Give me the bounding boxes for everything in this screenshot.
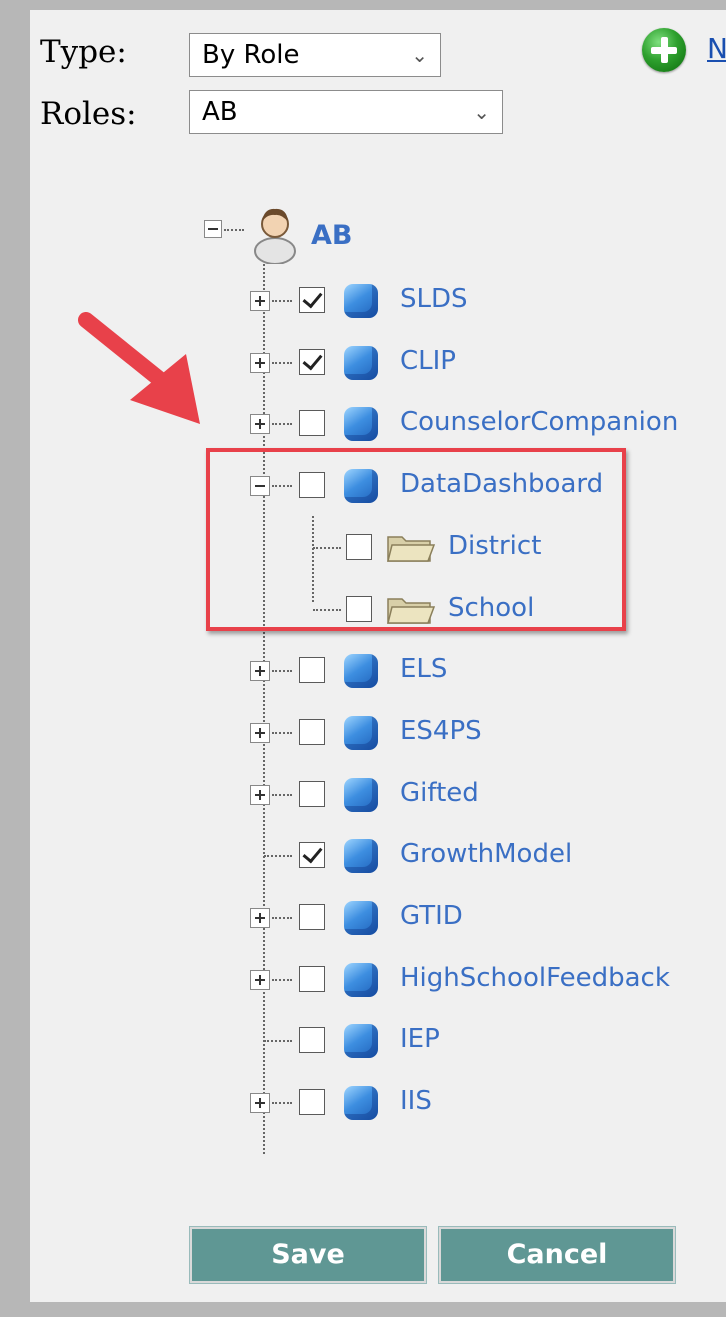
- tree-node: HighSchoolFeedback: [0, 955, 726, 1005]
- module-cube-icon: [344, 284, 378, 318]
- tree-connector: [272, 917, 292, 919]
- tree-connector: [272, 300, 292, 302]
- module-cube-icon: [344, 1086, 378, 1120]
- expand-button[interactable]: [250, 908, 270, 928]
- tree-node-label[interactable]: CLIP: [400, 346, 456, 376]
- expander-bar: [259, 358, 261, 368]
- chevron-down-icon: ⌄: [411, 43, 428, 67]
- module-cube-icon: [344, 839, 378, 873]
- tree-node: GTID: [0, 893, 726, 943]
- add-link[interactable]: N: [707, 32, 726, 65]
- tree-node-label[interactable]: Gifted: [400, 778, 479, 808]
- node-checkbox[interactable]: [299, 1089, 325, 1115]
- checkmark-icon: [302, 349, 323, 371]
- expand-button[interactable]: [250, 785, 270, 805]
- tree-node: IIS: [0, 1078, 726, 1128]
- tree-connector: [264, 855, 292, 857]
- expand-button[interactable]: [250, 291, 270, 311]
- expander-bar: [259, 666, 261, 676]
- tree-node: Gifted: [0, 770, 726, 820]
- node-checkbox[interactable]: [299, 657, 325, 683]
- tree-node-label[interactable]: CounselorCompanion: [400, 407, 678, 437]
- expand-button[interactable]: [250, 353, 270, 373]
- roles-select[interactable]: AB ⌄: [189, 90, 503, 134]
- node-checkbox[interactable]: [299, 842, 325, 868]
- cancel-button[interactable]: Cancel: [439, 1227, 675, 1283]
- node-checkbox[interactable]: [299, 287, 325, 313]
- node-checkbox[interactable]: [299, 904, 325, 930]
- tree-node-label[interactable]: GrowthModel: [400, 839, 572, 869]
- add-icon[interactable]: [642, 28, 686, 72]
- node-checkbox[interactable]: [299, 781, 325, 807]
- module-cube-icon: [344, 654, 378, 688]
- user-role-icon: [254, 208, 296, 264]
- module-cube-icon: [344, 1024, 378, 1058]
- tree-node: ES4PS: [0, 708, 726, 758]
- tree-node: ELS: [0, 646, 726, 696]
- tree-node-label[interactable]: ES4PS: [400, 716, 482, 746]
- expander-bar: [259, 790, 261, 800]
- tree-connector: [272, 1102, 292, 1104]
- collapse-root-button[interactable]: [204, 220, 222, 238]
- expander-bar: [259, 728, 261, 738]
- tree-connector: [272, 732, 292, 734]
- checkmark-icon: [302, 842, 323, 864]
- tree-connector: [272, 794, 292, 796]
- tree-node-label[interactable]: IIS: [400, 1086, 432, 1116]
- node-checkbox[interactable]: [299, 410, 325, 436]
- arrow-annotation: [78, 312, 200, 424]
- type-select[interactable]: By Role ⌄: [189, 33, 441, 77]
- expander-bar: [259, 913, 261, 923]
- tree-node: IEP: [0, 1016, 726, 1066]
- module-cube-icon: [344, 716, 378, 750]
- chevron-down-icon: ⌄: [473, 100, 490, 124]
- node-checkbox[interactable]: [299, 719, 325, 745]
- tree-node-label[interactable]: SLDS: [400, 284, 468, 314]
- tree-node-label[interactable]: HighSchoolFeedback: [400, 963, 670, 993]
- tree-connector: [272, 362, 292, 364]
- tree-node: GrowthModel: [0, 831, 726, 881]
- checkmark-icon: [302, 287, 323, 309]
- node-checkbox[interactable]: [299, 349, 325, 375]
- type-select-value: By Role: [202, 40, 300, 70]
- tree-node-label[interactable]: ELS: [400, 654, 447, 684]
- expand-button[interactable]: [250, 970, 270, 990]
- roles-select-value: AB: [202, 97, 238, 127]
- module-cube-icon: [344, 346, 378, 380]
- tree-connector: [224, 229, 244, 231]
- roles-label: Roles:: [40, 96, 137, 132]
- tree-connector: [264, 1040, 292, 1042]
- expand-button[interactable]: [250, 414, 270, 434]
- type-label: Type:: [40, 34, 127, 70]
- expander-bar: [259, 975, 261, 985]
- tree-root-label[interactable]: AB: [311, 220, 352, 251]
- highlight-box: [206, 448, 626, 631]
- module-cube-icon: [344, 778, 378, 812]
- module-cube-icon: [344, 901, 378, 935]
- expander-bar: [259, 419, 261, 429]
- save-button[interactable]: Save: [190, 1227, 426, 1283]
- tree-node-label[interactable]: IEP: [400, 1024, 440, 1054]
- expand-button[interactable]: [250, 723, 270, 743]
- tree-connector: [272, 979, 292, 981]
- expand-button[interactable]: [250, 1093, 270, 1113]
- expand-button[interactable]: [250, 661, 270, 681]
- expander-bar: [259, 1098, 261, 1108]
- tree-connector: [272, 670, 292, 672]
- node-checkbox[interactable]: [299, 966, 325, 992]
- module-cube-icon: [344, 963, 378, 997]
- module-cube-icon: [344, 407, 378, 441]
- tree-node-label[interactable]: GTID: [400, 901, 463, 931]
- expander-bar: [259, 296, 261, 306]
- tree-connector: [272, 423, 292, 425]
- node-checkbox[interactable]: [299, 1027, 325, 1053]
